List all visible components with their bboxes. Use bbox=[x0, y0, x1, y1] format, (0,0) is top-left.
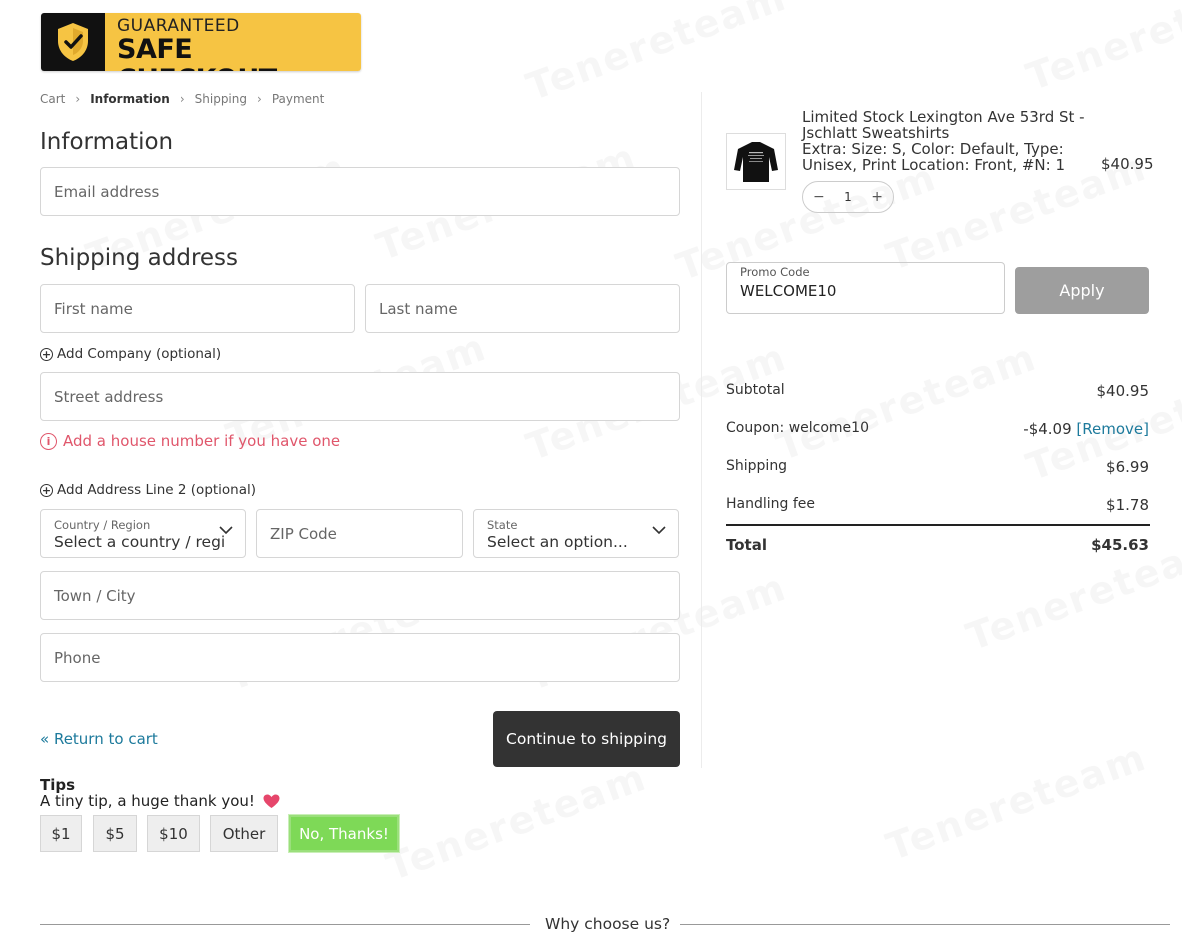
town-city-field[interactable]: Town / City bbox=[40, 571, 680, 620]
add-address-line2-link[interactable]: + Add Address Line 2 (optional) bbox=[40, 482, 256, 498]
total-value: $45.63 bbox=[1091, 536, 1149, 554]
chevron-right-icon: › bbox=[75, 92, 81, 106]
return-to-cart-link[interactable]: « Return to cart bbox=[40, 730, 158, 748]
tip-option-1[interactable]: $1 bbox=[40, 815, 82, 852]
country-select[interactable]: Country / Region Select a country / regi… bbox=[40, 509, 246, 558]
remove-coupon-link[interactable]: [Remove] bbox=[1076, 420, 1149, 438]
subtotal-value: $40.95 bbox=[1096, 382, 1150, 400]
column-divider bbox=[701, 92, 702, 768]
tip-option-other[interactable]: Other bbox=[210, 815, 278, 852]
logo-main-text: SAFE CHECKOUT bbox=[117, 34, 277, 72]
tips-subtitle-text: A tiny tip, a huge thank you! bbox=[40, 792, 255, 810]
shipping-label: Shipping bbox=[726, 458, 788, 474]
plus-circle-icon: + bbox=[40, 483, 53, 497]
tip-option-5[interactable]: $5 bbox=[93, 815, 137, 852]
handling-fee-label: Handling fee bbox=[726, 496, 816, 512]
sweatshirt-image bbox=[734, 141, 778, 182]
info-icon: i bbox=[40, 432, 57, 450]
breadcrumb-information: Information bbox=[90, 92, 170, 106]
street-address-field[interactable]: Street address bbox=[40, 372, 680, 421]
zip-code-field[interactable]: ZIP Code bbox=[256, 509, 463, 558]
subtotal-row: Subtotal $40.95 bbox=[726, 382, 1149, 400]
why-choose-us-heading: Why choose us? bbox=[545, 915, 671, 933]
chevron-down-icon bbox=[652, 526, 666, 535]
coupon-label: Coupon: welcome10 bbox=[726, 420, 869, 436]
street-warning: i Add a house number if you have one bbox=[40, 432, 340, 450]
add-address-line2-label: Add Address Line 2 (optional) bbox=[57, 482, 257, 498]
chevron-right-icon: › bbox=[257, 92, 262, 106]
add-company-link[interactable]: + Add Company (optional) bbox=[40, 346, 221, 362]
safe-checkout-badge: GUARANTEED SAFE CHECKOUT bbox=[41, 13, 361, 71]
product-variant: Extra: Size: S, Color: Default, Type: Un… bbox=[802, 140, 1066, 174]
shield-check-icon bbox=[41, 13, 105, 71]
tip-option-no-thanks[interactable]: No, Thanks! bbox=[288, 814, 400, 853]
product-info: Limited Stock Lexington Ave 53rd St - Js… bbox=[802, 109, 1087, 173]
shipping-value: $6.99 bbox=[1106, 458, 1149, 476]
promo-code-field[interactable]: Promo Code WELCOME10 bbox=[726, 262, 1005, 314]
coupon-value: -$4.09 bbox=[1023, 420, 1072, 438]
promo-code-label: Promo Code bbox=[740, 265, 810, 279]
shipping-title: Shipping address bbox=[40, 245, 239, 271]
information-title: Information bbox=[40, 129, 174, 155]
plus-circle-icon: + bbox=[40, 347, 53, 361]
chevron-down-icon bbox=[219, 526, 233, 535]
state-select[interactable]: State Select an option... bbox=[473, 509, 679, 558]
tips-subtitle: A tiny tip, a huge thank you! bbox=[40, 792, 280, 810]
plus-button[interactable]: + bbox=[871, 189, 883, 205]
country-value: Select a country / region... bbox=[54, 532, 224, 551]
apply-button[interactable]: Apply bbox=[1015, 267, 1149, 314]
divider bbox=[40, 924, 530, 925]
first-name-field[interactable]: First name bbox=[40, 284, 355, 333]
breadcrumb: Cart › Information › Shipping › Payment bbox=[40, 92, 324, 106]
divider bbox=[680, 924, 1170, 925]
quantity-value[interactable]: 1 bbox=[844, 190, 852, 204]
product-price: $40.95 bbox=[1101, 155, 1154, 173]
add-company-label: Add Company (optional) bbox=[57, 346, 222, 362]
total-label: Total bbox=[726, 536, 767, 554]
last-name-field[interactable]: Last name bbox=[365, 284, 680, 333]
product-thumbnail bbox=[726, 133, 786, 190]
logo-top-text: GUARANTEED bbox=[117, 16, 240, 36]
chevron-right-icon: › bbox=[179, 92, 185, 106]
quantity-stepper: − 1 + bbox=[802, 181, 894, 213]
breadcrumb-shipping: Shipping bbox=[194, 92, 247, 106]
state-label: State bbox=[487, 517, 518, 532]
minus-button[interactable]: − bbox=[813, 189, 825, 205]
country-label: Country / Region bbox=[54, 517, 151, 532]
breadcrumb-payment: Payment bbox=[271, 92, 325, 106]
product-title: Limited Stock Lexington Ave 53rd St - Js… bbox=[802, 108, 1085, 142]
total-divider bbox=[726, 524, 1150, 526]
email-field[interactable]: Email address bbox=[40, 167, 680, 216]
tip-option-10[interactable]: $10 bbox=[147, 815, 200, 852]
state-value: Select an option... bbox=[487, 532, 628, 551]
heart-icon bbox=[263, 794, 280, 808]
coupon-row: Coupon: welcome10 -$4.09 [Remove] bbox=[726, 420, 1149, 438]
subtotal-label: Subtotal bbox=[726, 382, 785, 398]
street-warning-text: Add a house number if you have one bbox=[63, 432, 341, 450]
handling-fee-row: Handling fee $1.78 bbox=[726, 496, 1149, 514]
phone-field[interactable]: Phone bbox=[40, 633, 680, 682]
total-row: Total $45.63 bbox=[726, 536, 1149, 554]
continue-to-shipping-button[interactable]: Continue to shipping bbox=[493, 711, 680, 767]
handling-fee-value: $1.78 bbox=[1106, 496, 1149, 514]
promo-code-value: WELCOME10 bbox=[740, 282, 837, 300]
shipping-row: Shipping $6.99 bbox=[726, 458, 1149, 476]
breadcrumb-cart[interactable]: Cart bbox=[40, 92, 65, 106]
